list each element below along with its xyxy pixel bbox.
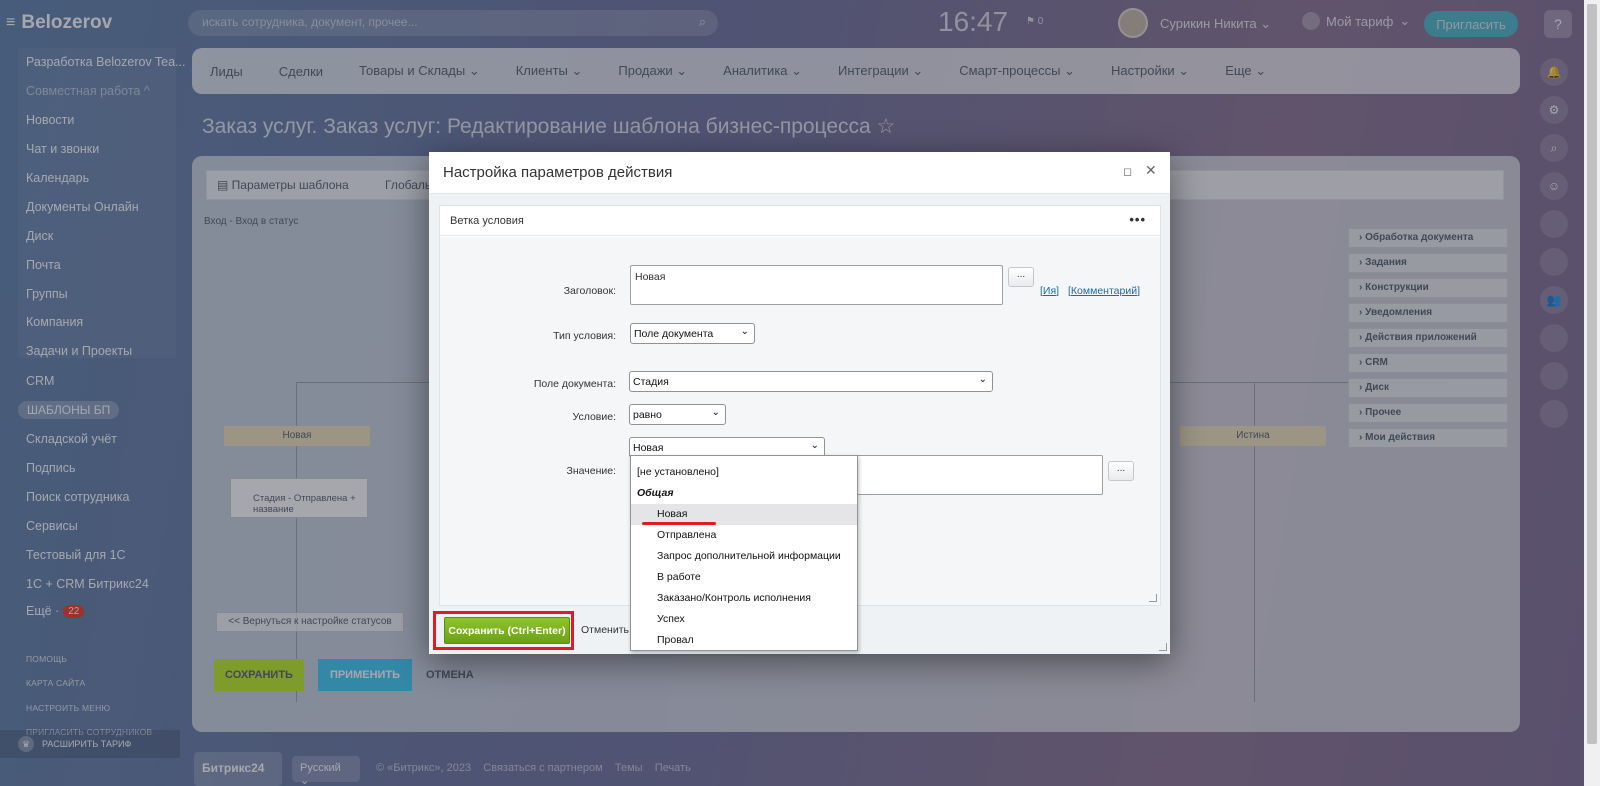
value-label: Значение: <box>566 465 616 477</box>
scrollbar-thumb[interactable] <box>1587 4 1597 744</box>
more-icon[interactable]: ••• <box>1129 212 1146 227</box>
dialog-title: Настройка параметров действия <box>443 164 673 181</box>
comment-link-text: Комментарий <box>1070 285 1138 297</box>
resize-handle-icon[interactable] <box>1149 594 1157 602</box>
option-underline-annotation <box>642 522 716 525</box>
select-value: Стадия <box>633 376 669 388</box>
name-link[interactable]: [Ия] <box>1040 285 1059 297</box>
comment-link[interactable]: [Комментарий] <box>1068 285 1140 297</box>
option-info-request[interactable]: Запрос дополнительной информации <box>631 546 857 567</box>
chevron-down-icon: ⌄ <box>740 326 749 337</box>
dialog-header[interactable]: Настройка параметров действия ◻ ✕ <box>429 152 1170 194</box>
select-value: Новая <box>633 442 664 454</box>
value-textarea[interactable] <box>829 455 1103 495</box>
option-fail[interactable]: Провал <box>631 630 857 651</box>
page-scrollbar[interactable] <box>1584 0 1600 786</box>
select-value: Поле документа <box>634 328 714 340</box>
option-not-set[interactable]: [не установлено] <box>631 462 857 483</box>
heading-label: Заголовок: <box>563 285 616 297</box>
option-success[interactable]: Успех <box>631 609 857 630</box>
doc-field-select[interactable]: Стадия ⌄ <box>629 371 993 392</box>
chevron-down-icon: ⌄ <box>978 374 987 385</box>
name-link-text: Ия <box>1042 285 1057 297</box>
select-value: равно <box>633 409 662 421</box>
close-icon[interactable]: ✕ <box>1145 162 1157 179</box>
option-in-progress[interactable]: В работе <box>631 567 857 588</box>
doc-field-label: Поле документа: <box>533 378 616 390</box>
value-options-list: [не установлено] Общая Новая Отправлена … <box>630 455 858 651</box>
condition-select[interactable]: равно ⌄ <box>629 404 726 425</box>
chevron-down-icon: ⌄ <box>711 407 720 418</box>
value-insert-button[interactable]: ... <box>1108 461 1134 481</box>
option-sent[interactable]: Отправлена <box>631 525 857 546</box>
panel-title: Ветка условия <box>450 215 524 227</box>
option-group-general: Общая <box>637 487 674 499</box>
condition-type-label: Тип условия: <box>553 330 616 342</box>
dialog-cancel-button[interactable]: Отменить <box>581 624 629 636</box>
dialog-resize-icon[interactable] <box>1159 643 1167 651</box>
maximize-icon[interactable]: ◻ <box>1123 165 1132 178</box>
chevron-down-icon: ⌄ <box>810 440 819 451</box>
heading-insert-button[interactable]: ... <box>1008 267 1034 287</box>
heading-textarea[interactable]: Новая <box>630 265 1003 305</box>
option-ordered[interactable]: Заказано/Контроль исполнения <box>631 588 857 609</box>
condition-type-select[interactable]: Поле документа ⌄ <box>630 323 755 344</box>
panel-header: Ветка условия ••• <box>440 206 1160 236</box>
save-highlight-annotation <box>433 611 574 650</box>
condition-label: Условие: <box>572 411 616 423</box>
